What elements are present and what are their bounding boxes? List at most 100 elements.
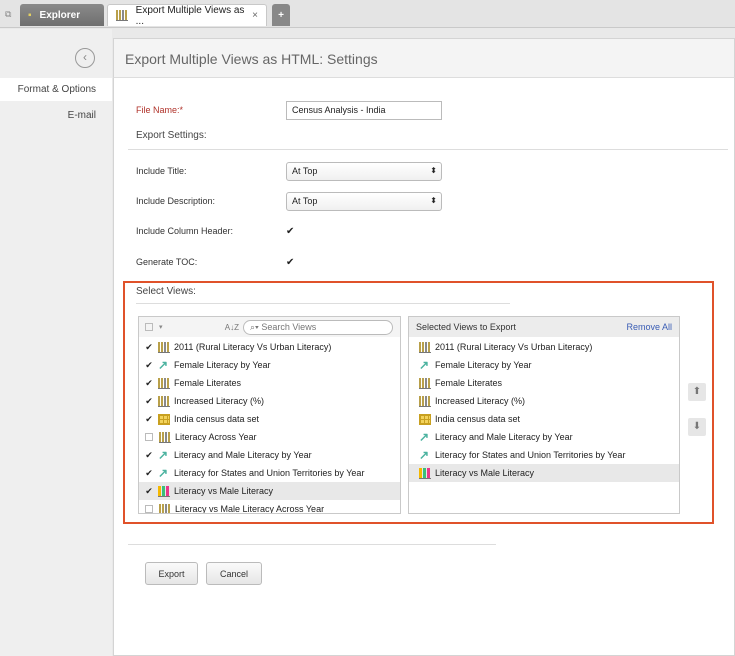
available-views-header: ▾ A↓Z ⌕▾ Search Views: [139, 317, 400, 337]
bar-chart-icon: [419, 341, 431, 353]
list-item[interactable]: Literacy vs Male Literacy: [409, 464, 679, 482]
sidebar-item-format-options[interactable]: Format & Options: [0, 78, 112, 101]
view-label: 2011 (Rural Literacy Vs Urban Literacy): [435, 342, 593, 352]
close-icon[interactable]: ×: [252, 10, 258, 21]
trend-chart-icon: ↗: [419, 357, 430, 372]
view-label: Literacy and Male Literacy by Year: [174, 450, 312, 460]
tab-bar: ⧉ ▪ Explorer Export Multiple Views as ..…: [0, 0, 735, 28]
list-item[interactable]: ✔ India census data set: [139, 410, 400, 428]
export-settings-heading: Export Settings:: [136, 130, 207, 141]
trend-chart-icon: ↗: [419, 429, 430, 444]
view-label: Literacy Across Year: [175, 432, 257, 442]
view-label: Literacy for States and Union Territorie…: [174, 468, 365, 478]
page-title: Export Multiple Views as HTML: Settings: [113, 38, 735, 78]
restore-icon[interactable]: ⧉: [5, 9, 11, 20]
list-item[interactable]: Increased Literacy (%): [409, 392, 679, 410]
bar-chart-icon: [158, 341, 170, 353]
list-item[interactable]: ✔ ↗ Literacy and Male Literacy by Year: [139, 446, 400, 464]
back-button[interactable]: ‹: [75, 48, 95, 68]
plus-icon: +: [278, 9, 284, 21]
list-item[interactable]: ↗ Literacy for States and Union Territori…: [409, 446, 679, 464]
list-item[interactable]: ↗ Female Literacy by Year: [409, 356, 679, 374]
generate-toc-label: Generate TOC:: [136, 257, 198, 267]
tab-label: Explorer: [39, 9, 81, 21]
list-item[interactable]: India census data set: [409, 410, 679, 428]
search-views-input[interactable]: ⌕▾ Search Views: [243, 319, 393, 335]
move-up-button[interactable]: ⬆: [688, 383, 706, 401]
include-description-select[interactable]: At Top: [286, 192, 442, 211]
select-all-checkbox[interactable]: [145, 323, 153, 331]
view-label: Female Literacy by Year: [174, 360, 271, 370]
sidebar-item-email[interactable]: E-mail: [0, 104, 112, 127]
include-title-label: Include Title:: [136, 166, 187, 176]
list-item[interactable]: Literacy vs Male Literacy Across Year: [139, 500, 400, 514]
trend-chart-icon: ↗: [419, 447, 430, 462]
view-checkbox[interactable]: ✔: [144, 486, 154, 497]
selected-views-header: Selected Views to Export Remove All: [409, 317, 679, 337]
remove-all-link[interactable]: Remove All: [626, 322, 672, 332]
export-button[interactable]: Export: [145, 562, 198, 585]
view-label: Literacy vs Male Literacy Across Year: [175, 504, 325, 514]
available-views-list: ▾ A↓Z ⌕▾ Search Views ✔ 2011 (Rural Liter…: [138, 316, 401, 514]
bar-chart-icon: [159, 503, 171, 513]
list-item[interactable]: Female Literates: [409, 374, 679, 392]
arrow-down-icon: ⬇: [692, 421, 702, 432]
list-item[interactable]: ✔ Increased Literacy (%): [139, 392, 400, 410]
list-item[interactable]: Literacy Across Year: [139, 428, 400, 446]
bar-chart-icon: [419, 467, 431, 479]
list-item[interactable]: ✔ ↗ Literacy for States and Union Territor…: [139, 464, 400, 482]
table-icon: [419, 413, 431, 425]
view-checkbox[interactable]: ✔: [144, 378, 154, 389]
list-item[interactable]: ✔ Female Literates: [139, 374, 400, 392]
view-checkbox[interactable]: ✔: [144, 360, 154, 371]
list-item[interactable]: ✔ 2011 (Rural Literacy Vs Urban Literacy): [139, 338, 400, 356]
view-label: Increased Literacy (%): [435, 396, 526, 406]
bar-chart-icon: [159, 431, 171, 443]
tab-label: Export Multiple Views as ...: [135, 4, 245, 27]
view-checkbox[interactable]: ✔: [144, 396, 154, 407]
cancel-button[interactable]: Cancel: [206, 562, 262, 585]
tab-explorer[interactable]: ▪ Explorer: [20, 4, 104, 26]
chevron-down-icon[interactable]: ▾: [159, 323, 163, 331]
view-label: India census data set: [174, 414, 260, 424]
divider: [136, 303, 510, 304]
include-title-select[interactable]: At Top: [286, 162, 442, 181]
view-label: Literacy for States and Union Territorie…: [435, 450, 626, 460]
view-label: Literacy and Male Literacy by Year: [435, 432, 573, 442]
view-checkbox[interactable]: [145, 433, 153, 441]
divider: [128, 544, 496, 545]
view-label: Female Literates: [174, 378, 242, 388]
view-label: Literacy vs Male Literacy: [435, 468, 535, 478]
file-name-input[interactable]: Census Analysis - India: [286, 101, 442, 120]
list-item[interactable]: ✔ Literacy vs Male Literacy: [139, 482, 400, 500]
trend-chart-icon: ↗: [158, 357, 169, 372]
list-item[interactable]: ↗ Literacy and Male Literacy by Year: [409, 428, 679, 446]
generate-toc-checkbox[interactable]: ✔: [286, 257, 294, 268]
tab-export[interactable]: Export Multiple Views as ... ×: [107, 4, 267, 27]
view-checkbox[interactable]: ✔: [144, 468, 154, 479]
trend-chart-icon: ↗: [158, 465, 169, 480]
bar-chart-icon: [419, 377, 431, 389]
list-item[interactable]: ✔ ↗ Female Literacy by Year: [139, 356, 400, 374]
view-checkbox[interactable]: ✔: [144, 414, 154, 425]
explorer-icon: ▪: [28, 9, 32, 21]
selected-views-list: Selected Views to Export Remove All 2011…: [408, 316, 680, 514]
view-label: Female Literacy by Year: [435, 360, 532, 370]
view-label: 2011 (Rural Literacy Vs Urban Literacy): [174, 342, 332, 352]
sidebar-item-label: E-mail: [67, 110, 96, 121]
selected-views-title: Selected Views to Export: [416, 322, 516, 332]
trend-chart-icon: ↗: [158, 447, 169, 462]
add-tab-button[interactable]: +: [272, 4, 290, 26]
sort-icon[interactable]: A↓Z: [225, 323, 239, 332]
table-icon: [158, 413, 170, 425]
include-column-header-checkbox[interactable]: ✔: [286, 226, 294, 237]
bar-chart-icon: [158, 395, 170, 407]
sidebar-item-label: Format & Options: [17, 84, 96, 95]
bar-chart-icon: [419, 395, 431, 407]
list-item[interactable]: 2011 (Rural Literacy Vs Urban Literacy): [409, 338, 679, 356]
move-down-button[interactable]: ⬇: [688, 418, 706, 436]
view-checkbox[interactable]: ✔: [144, 342, 154, 353]
view-checkbox[interactable]: ✔: [144, 450, 154, 461]
bar-chart-icon: [116, 10, 128, 21]
view-checkbox[interactable]: [145, 505, 153, 513]
